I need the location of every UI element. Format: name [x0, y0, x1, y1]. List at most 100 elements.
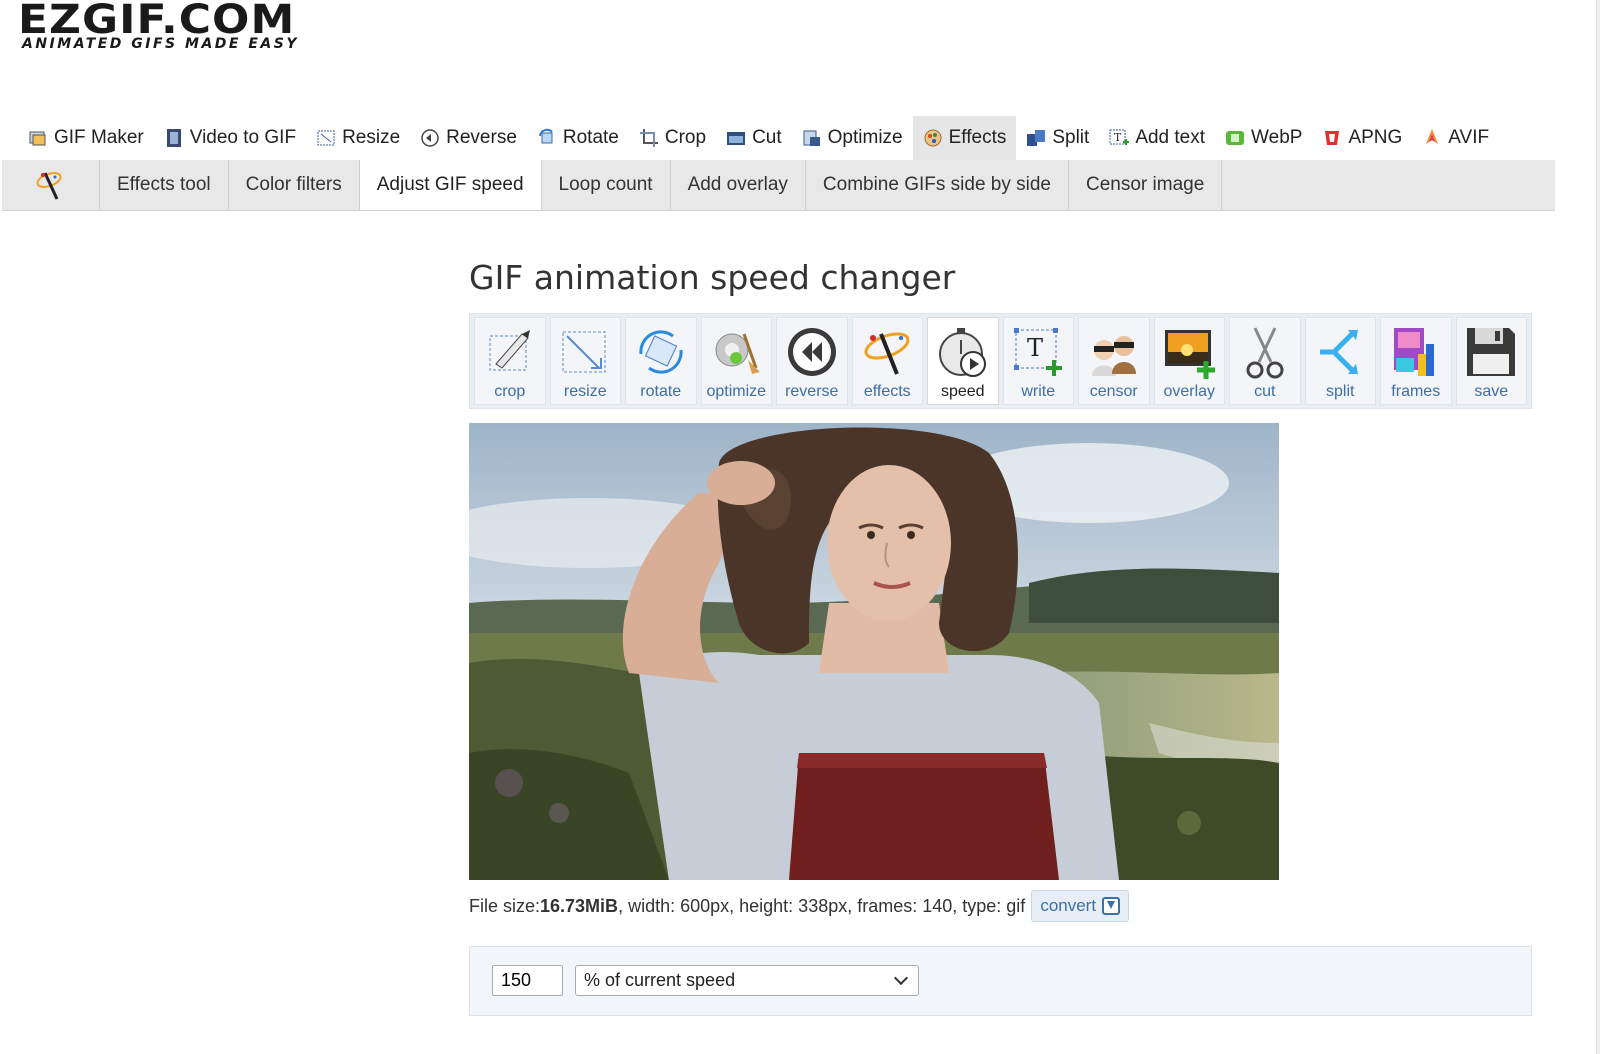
crop-tool-icon [489, 330, 530, 371]
gif-maker-icon [29, 131, 46, 146]
nav-apng[interactable]: APNG [1312, 116, 1412, 160]
nav-effects[interactable]: Effects [912, 116, 1017, 160]
page-scrollbar[interactable] [1596, 0, 1600, 1054]
optimize-tool-icon [715, 333, 761, 374]
tool-label: effects [863, 383, 911, 400]
main-nav: GIF Maker Video to GIF Resize Reverse Ro… [18, 116, 1499, 160]
nav-avif[interactable]: AVIF [1412, 116, 1499, 160]
tool-strip: crop resize rotate optimize reverse effe… [469, 313, 1532, 409]
page-title: GIF animation speed changer [469, 258, 956, 297]
nav-label: Add text [1135, 127, 1206, 148]
tool-frames-button[interactable]: frames [1380, 317, 1452, 405]
tool-crop-button[interactable]: crop [474, 317, 546, 405]
gif-preview-image [469, 423, 1279, 880]
tool-label: resize [563, 383, 607, 400]
resize-icon [317, 130, 335, 146]
chevron-down-icon [893, 970, 909, 986]
tab-effects-tool[interactable]: Effects tool [100, 160, 229, 210]
nav-label: Cut [752, 127, 782, 148]
tool-reverse-button[interactable]: reverse [776, 317, 848, 405]
tool-label: censor [1089, 383, 1138, 400]
file-info: File size: 16.73MiB , width: 600px, heig… [469, 890, 1130, 922]
nav-cut[interactable]: Cut [716, 116, 792, 160]
svg-text:T: T [1114, 131, 1122, 144]
tool-speed-button[interactable]: speed [927, 317, 999, 405]
tool-save-button[interactable]: save [1455, 317, 1527, 405]
nav-label: Rotate [562, 127, 619, 148]
nav-label: Resize [342, 127, 401, 148]
nav-label: Video to GIF [189, 127, 297, 148]
effects-home-link[interactable] [2, 160, 100, 210]
resize-tool-icon [562, 331, 606, 373]
nav-gif-maker[interactable]: GIF Maker [18, 116, 154, 160]
split-icon [1027, 130, 1046, 146]
tool-write-button[interactable]: T write [1002, 317, 1074, 405]
logo-tagline: ANIMATED GIFS MADE EASY [22, 36, 299, 52]
crop-icon [639, 129, 658, 147]
nav-video-to-gif[interactable]: Video to GIF [154, 116, 306, 160]
nav-label: WebP [1251, 127, 1303, 148]
tool-split-button[interactable]: split [1304, 317, 1376, 405]
film-icon [166, 129, 181, 147]
tab-loop-count[interactable]: Loop count [542, 160, 671, 210]
nav-crop[interactable]: Crop [629, 116, 716, 160]
nav-label: Crop [664, 127, 707, 148]
tool-label: save [1474, 383, 1509, 400]
cut-tool-icon [1246, 327, 1284, 379]
tool-label: overlay [1163, 383, 1216, 400]
tool-censor-button[interactable]: censor [1078, 317, 1150, 405]
nav-label: GIF Maker [54, 127, 144, 148]
site-logo[interactable]: EZGIF.COM ANIMATED GIFS MADE EASY [18, 0, 338, 60]
sub-nav: Effects tool Color filters Adjust GIF sp… [2, 160, 1555, 211]
overlay-tool-icon [1165, 330, 1216, 379]
tab-add-overlay[interactable]: Add overlay [671, 160, 806, 210]
nav-reverse[interactable]: Reverse [410, 116, 527, 160]
effects-icon [924, 129, 942, 147]
rotate-tool-icon [639, 330, 683, 374]
speed-unit-select[interactable]: % of current speed [575, 965, 919, 996]
add-text-icon: T [1109, 129, 1130, 145]
tool-rotate-button[interactable]: rotate [625, 317, 697, 405]
nav-webp[interactable]: WebP [1215, 116, 1312, 160]
nav-label: AVIF [1448, 127, 1490, 148]
censor-tool-icon [1091, 336, 1136, 376]
tool-effects-button[interactable]: effects [851, 317, 923, 405]
reverse-icon [421, 129, 439, 147]
tool-label: frames [1391, 383, 1441, 400]
convert-button[interactable]: convert [1031, 890, 1130, 922]
optimize-icon [803, 130, 820, 146]
write-tool-icon: T [1014, 328, 1063, 376]
nav-rotate[interactable]: Rotate [527, 116, 629, 160]
tool-overlay-button[interactable]: overlay [1153, 317, 1225, 405]
tool-label: reverse [785, 383, 839, 400]
frames-tool-icon [1393, 328, 1434, 376]
speed-unit-selected: % of current speed [584, 970, 736, 990]
nav-label: Reverse [446, 127, 517, 148]
file-size-value: 16.73MiB [540, 895, 619, 916]
nav-add-text[interactable]: T Add text [1099, 116, 1215, 160]
magic-wand-icon [36, 172, 61, 200]
download-arrow-icon [1102, 897, 1121, 915]
avif-icon [1426, 129, 1439, 144]
nav-label: APNG [1348, 127, 1403, 148]
tab-adjust-gif-speed[interactable]: Adjust GIF speed [359, 160, 542, 210]
tab-censor-image[interactable]: Censor image [1069, 160, 1223, 210]
split-tool-icon [1320, 330, 1359, 374]
file-size-label: File size: [469, 895, 541, 916]
nav-label: Optimize [827, 127, 903, 148]
tab-color-filters[interactable]: Color filters [229, 160, 360, 210]
effects-tool-icon [864, 332, 910, 375]
tab-combine-gifs[interactable]: Combine GIFs side by side [806, 160, 1069, 210]
nav-resize[interactable]: Resize [306, 116, 410, 160]
reverse-tool-icon [787, 328, 836, 376]
nav-split[interactable]: Split [1016, 116, 1099, 160]
speed-value-input[interactable] [492, 965, 563, 996]
tool-label: speed [940, 383, 985, 400]
tool-label: crop [494, 383, 526, 400]
svg-text:T: T [1027, 334, 1043, 362]
tool-optimize-button[interactable]: optimize [700, 317, 772, 405]
tool-resize-button[interactable]: resize [549, 317, 621, 405]
nav-optimize[interactable]: Optimize [792, 116, 913, 160]
tool-cut-button[interactable]: cut [1229, 317, 1301, 405]
save-tool-icon [1467, 328, 1516, 376]
